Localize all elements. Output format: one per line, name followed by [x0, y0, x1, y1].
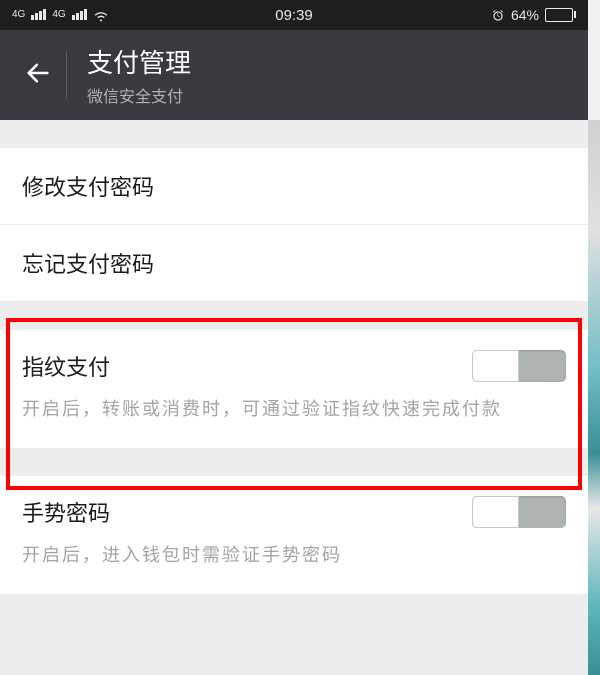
fingerprint-toggle[interactable]	[472, 350, 566, 382]
toggle-knob	[472, 496, 519, 528]
nav-divider	[66, 51, 67, 99]
network-type-label-2: 4G	[52, 10, 65, 20]
item-label: 修改支付密码	[22, 175, 154, 200]
gesture-toggle[interactable]	[472, 496, 566, 528]
item-label: 忘记支付密码	[22, 252, 154, 277]
gesture-password-section: 手势密码 开启后，进入钱包时需验证手势密码	[0, 476, 588, 594]
fingerprint-payment-section: 指纹支付 开启后，转账或消费时，可通过验证指纹快速完成付款	[0, 330, 588, 448]
gesture-title: 手势密码	[22, 496, 110, 528]
fingerprint-description: 开启后，转账或消费时，可通过验证指纹快速完成付款	[22, 396, 566, 424]
scroll-edge-decoration	[588, 120, 600, 675]
nav-header: 支付管理 微信安全支付	[0, 30, 588, 120]
gesture-description: 开启后，进入钱包时需验证手势密码	[22, 542, 566, 570]
clock-label: 09:39	[275, 7, 313, 24]
wifi-icon	[93, 6, 109, 23]
change-payment-password-item[interactable]: 修改支付密码	[0, 148, 588, 225]
back-button[interactable]	[10, 49, 66, 102]
arrow-left-icon	[24, 59, 52, 87]
alarm-icon	[491, 7, 505, 23]
signal-bars-icon	[31, 9, 46, 20]
toggle-knob	[472, 350, 519, 382]
page-title: 支付管理	[87, 43, 191, 80]
network-type-label: 4G	[12, 10, 25, 20]
forgot-payment-password-item[interactable]: 忘记支付密码	[0, 225, 588, 302]
fingerprint-title: 指纹支付	[22, 350, 110, 382]
battery-icon	[545, 8, 576, 22]
page-subtitle: 微信安全支付	[87, 83, 191, 107]
signal-bars-icon-2	[72, 9, 87, 20]
status-bar: 4G 4G 09:39 64%	[0, 0, 588, 30]
battery-percent-label: 64%	[511, 7, 539, 23]
